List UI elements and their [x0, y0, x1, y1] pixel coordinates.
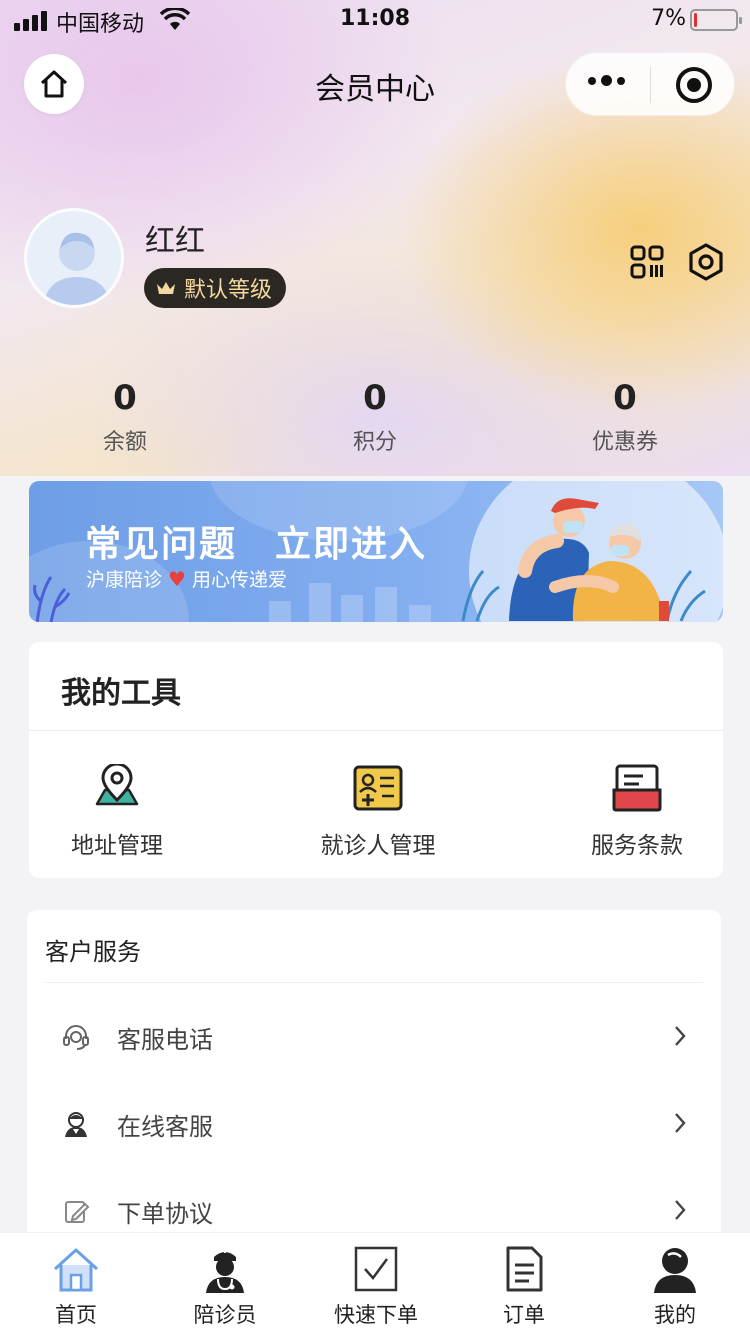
member-level-label: 默认等级 — [184, 278, 273, 303]
crown-icon — [157, 282, 175, 294]
tool-terms-of-service[interactable]: 服务条款 — [537, 764, 737, 860]
chevron-right-icon — [675, 1026, 686, 1046]
my-tools-card: 我的工具 地址管理 就诊人管理 服务条款 — [29, 642, 723, 878]
check-box-icon — [354, 1246, 398, 1292]
user-name: 红红 — [145, 224, 205, 259]
tool-address-management[interactable]: 地址管理 — [17, 764, 217, 860]
qr-code-icon[interactable] — [630, 245, 664, 283]
map-pin-icon — [95, 764, 139, 806]
stat-value: 0 — [113, 378, 137, 418]
document-icon — [506, 1246, 543, 1292]
more-menu-icon[interactable] — [588, 75, 625, 86]
close-program-icon[interactable] — [676, 67, 712, 103]
service-item-phone[interactable]: 客服电话 — [27, 1002, 721, 1072]
agent-icon — [65, 1112, 87, 1137]
tab-home[interactable]: 首页 — [16, 1245, 136, 1329]
heart-icon: ♥ — [168, 566, 186, 591]
edit-icon — [65, 1201, 90, 1223]
section-title: 我的工具 — [61, 676, 181, 711]
tab-companions[interactable]: 陪诊员 — [165, 1245, 285, 1329]
nurse-patient-illustration — [461, 498, 706, 622]
battery-percent: 7% — [651, 6, 686, 31]
tab-label: 首页 — [55, 1303, 97, 1327]
customer-service-card: 客户服务 客服电话 在线客服 下单协议 — [27, 910, 721, 1240]
banner-subtitle: 沪康陪诊 ♥ 用心传递爱 — [86, 565, 287, 592]
bottom-tab-bar: 首页 陪诊员 快速下单 订单 我的 — [0, 1232, 750, 1334]
tab-label: 陪诊员 — [193, 1303, 257, 1327]
user-icon — [654, 1248, 696, 1293]
tab-label: 订单 — [503, 1303, 545, 1327]
service-label: 在线客服 — [117, 1113, 213, 1141]
service-label: 客服电话 — [117, 1026, 213, 1054]
chevron-right-icon — [675, 1113, 686, 1133]
banner-brand: 沪康陪诊 — [86, 569, 163, 591]
service-label: 下单协议 — [117, 1200, 213, 1228]
doctor-icon — [206, 1249, 244, 1293]
tab-label: 快速下单 — [334, 1303, 418, 1327]
clock: 11:08 — [339, 6, 411, 31]
stat-coupons[interactable]: 0 优惠券 — [545, 378, 705, 456]
faq-banner[interactable]: 常见问题 立即进入 沪康陪诊 ♥ 用心传递爱 — [29, 481, 723, 622]
tool-patient-management[interactable]: 就诊人管理 — [278, 764, 478, 860]
banner-title: 常见问题 立即进入 — [85, 524, 428, 565]
divider — [45, 982, 703, 983]
tab-label: 我的 — [654, 1303, 696, 1327]
status-bar: 中国移动 11:08 7% — [0, 0, 750, 40]
avatar[interactable] — [24, 208, 124, 308]
home-icon — [53, 1248, 99, 1292]
stat-label: 积分 — [352, 430, 397, 455]
stat-points[interactable]: 0 积分 — [295, 378, 455, 456]
terms-icon — [612, 764, 662, 812]
tab-orders[interactable]: 订单 — [464, 1245, 584, 1329]
tool-label: 服务条款 — [591, 833, 683, 859]
buildings-icon — [269, 583, 431, 622]
patient-card-icon — [353, 765, 403, 811]
section-title: 客户服务 — [45, 938, 141, 966]
headset-icon — [63, 1025, 89, 1050]
plant-icon — [33, 576, 71, 622]
service-item-online-chat[interactable]: 在线客服 — [27, 1089, 721, 1159]
tool-label: 地址管理 — [71, 833, 163, 859]
battery-icon — [690, 9, 742, 31]
tab-mine[interactable]: 我的 — [615, 1245, 735, 1329]
stat-label: 余额 — [102, 430, 147, 455]
stat-value: 0 — [613, 378, 637, 418]
settings-icon[interactable] — [688, 243, 724, 285]
stat-balance[interactable]: 0 余额 — [45, 378, 205, 456]
tab-quick-order[interactable]: 快速下单 — [316, 1245, 436, 1329]
divider — [29, 730, 723, 731]
stat-value: 0 — [363, 378, 387, 418]
member-level-badge[interactable]: 默认等级 — [144, 268, 287, 308]
member-header: 中国移动 11:08 7% 会员中心 红红 默认等级 0 余额 0 积分 0 优… — [0, 0, 750, 476]
stat-label: 优惠券 — [591, 430, 658, 455]
banner-slogan: 用心传递爱 — [191, 569, 287, 591]
mini-program-capsule — [565, 52, 735, 116]
chevron-right-icon — [675, 1200, 686, 1220]
tool-label: 就诊人管理 — [320, 833, 436, 859]
